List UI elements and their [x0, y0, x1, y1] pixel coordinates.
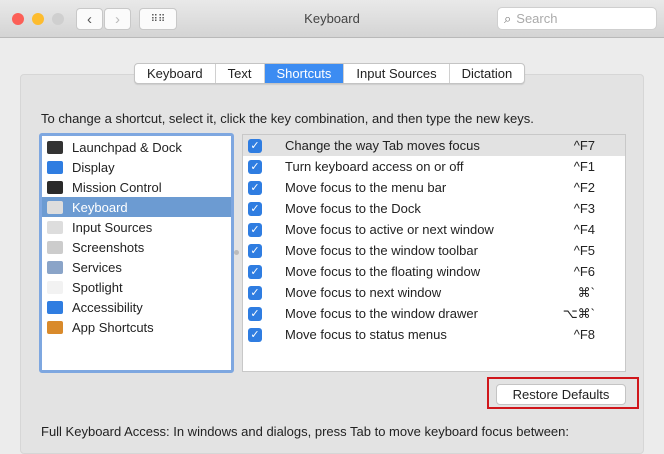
display-icon: [47, 160, 63, 174]
shortcut-label: Move focus to the window drawer: [285, 306, 478, 321]
shortcut-checkbox[interactable]: ✓: [248, 243, 262, 258]
category-item[interactable]: Screenshots: [42, 237, 231, 257]
shortcut-key[interactable]: ^F7: [574, 138, 595, 153]
app-shortcuts-icon: [47, 320, 63, 334]
shortcut-checkbox[interactable]: ✓: [248, 327, 262, 342]
shortcut-key[interactable]: ^F4: [574, 222, 595, 237]
tab-dictation[interactable]: Dictation: [450, 64, 525, 83]
category-label: Spotlight: [72, 279, 123, 295]
restore-defaults-button[interactable]: Restore Defaults: [496, 384, 626, 405]
category-item[interactable]: Input Sources: [42, 217, 231, 237]
mission-control-icon: [47, 180, 63, 194]
search-icon: ⌕: [504, 10, 512, 26]
shortcut-label: Move focus to the window toolbar: [285, 243, 478, 258]
tab-text[interactable]: Text: [216, 64, 265, 83]
category-item[interactable]: Mission Control: [42, 177, 231, 197]
category-label: Display: [72, 159, 115, 175]
full-keyboard-access-text: Full Keyboard Access: In windows and dia…: [41, 424, 569, 439]
shortcut-checkbox[interactable]: ✓: [248, 285, 262, 300]
shortcut-label: Change the way Tab moves focus: [285, 138, 480, 153]
shortcut-label: Move focus to the Dock: [285, 201, 421, 216]
shortcut-key[interactable]: ^F1: [574, 159, 595, 174]
category-item[interactable]: Display: [42, 157, 231, 177]
shortcut-key[interactable]: ^F2: [574, 180, 595, 195]
category-label: Input Sources: [72, 219, 153, 235]
split-handle[interactable]: [234, 250, 239, 255]
shortcut-checkbox[interactable]: ✓: [248, 180, 262, 195]
title-bar: ‹ › ⠿⠿ Keyboard ⌕ Search: [0, 0, 664, 38]
shortcut-label: Move focus to the menu bar: [285, 180, 447, 195]
tab-bar: Keyboard Text Shortcuts Input Sources Dictat…: [134, 63, 526, 84]
shortcut-label: Turn keyboard access on or off: [285, 159, 464, 174]
keyboard-icon: [47, 220, 63, 234]
category-list[interactable]: Launchpad & Dock Display Mission Control Ke…: [39, 133, 234, 373]
shortcut-row[interactable]: ✓ Move focus to the Dock ^F3: [243, 198, 625, 219]
tab-input-sources[interactable]: Input Sources: [344, 64, 450, 83]
shortcut-checkbox[interactable]: ✓: [248, 159, 262, 174]
category-label: Launchpad & Dock: [72, 139, 182, 155]
shortcut-row[interactable]: ✓ Change the way Tab moves focus ^F7: [243, 135, 625, 156]
shortcut-checkbox[interactable]: ✓: [248, 201, 262, 216]
search-input[interactable]: ⌕ Search: [497, 7, 657, 30]
tab-shortcuts[interactable]: Shortcuts: [264, 64, 345, 83]
shortcut-key[interactable]: ^F3: [574, 201, 595, 216]
gear-icon: [47, 260, 63, 274]
shortcut-key[interactable]: ^F8: [574, 327, 595, 342]
category-item[interactable]: App Shortcuts: [42, 317, 231, 337]
shortcut-checkbox[interactable]: ✓: [248, 222, 262, 237]
shortcut-checkbox[interactable]: ✓: [248, 138, 262, 153]
shortcut-label: Move focus to next window: [285, 285, 442, 300]
shortcut-list[interactable]: ✓ Change the way Tab moves focus ^F7 ✓ Turn …: [242, 134, 626, 372]
shortcut-row[interactable]: ✓ Move focus to the menu bar ^F2: [243, 177, 625, 198]
category-item[interactable]: Spotlight: [42, 277, 231, 297]
category-label: Screenshots: [72, 239, 145, 255]
category-item[interactable]: Services: [42, 257, 231, 277]
search-placeholder: Search: [516, 11, 558, 26]
shortcut-checkbox[interactable]: ✓: [248, 264, 262, 279]
category-item[interactable]: Accessibility: [42, 297, 231, 317]
shortcut-label: Move focus to status menus: [285, 327, 447, 342]
shortcut-label: Move focus to the floating window: [285, 264, 481, 279]
shortcut-row[interactable]: ✓ Move focus to the floating window ^F6: [243, 261, 625, 282]
shortcut-checkbox[interactable]: ✓: [248, 306, 262, 321]
instructions-text: To change a shortcut, select it, click t…: [41, 111, 534, 126]
tab-keyboard[interactable]: Keyboard: [135, 64, 216, 83]
shortcut-row[interactable]: ✓ Move focus to the window drawer ⌥⌘`: [243, 303, 625, 324]
shortcut-key[interactable]: ^F6: [574, 264, 595, 279]
keyboard-icon: [47, 200, 63, 214]
shortcut-row[interactable]: ✓ Move focus to status menus ^F8: [243, 324, 625, 345]
category-item[interactable]: Launchpad & Dock: [42, 137, 231, 157]
category-label: Services: [72, 259, 122, 275]
accessibility-icon: [47, 300, 63, 314]
shortcut-row[interactable]: ✓ Move focus to active or next window ^F4: [243, 219, 625, 240]
category-label: Keyboard: [72, 199, 128, 215]
shortcut-row[interactable]: ✓ Turn keyboard access on or off ^F1: [243, 156, 625, 177]
category-label: Accessibility: [72, 299, 143, 315]
category-item[interactable]: Keyboard: [42, 197, 231, 217]
shortcut-row[interactable]: ✓ Move focus to the window toolbar ^F5: [243, 240, 625, 261]
shortcut-key[interactable]: ⌘`: [578, 285, 595, 301]
shortcut-key[interactable]: ⌥⌘`: [563, 306, 595, 322]
shortcut-row[interactable]: ✓ Move focus to next window ⌘`: [243, 282, 625, 303]
launchpad-icon: [47, 140, 63, 154]
category-label: Mission Control: [72, 179, 162, 195]
document-icon: [47, 280, 63, 294]
screenshot-icon: [47, 240, 63, 254]
category-label: App Shortcuts: [72, 319, 154, 335]
shortcut-key[interactable]: ^F5: [574, 243, 595, 258]
shortcut-label: Move focus to active or next window: [285, 222, 494, 237]
